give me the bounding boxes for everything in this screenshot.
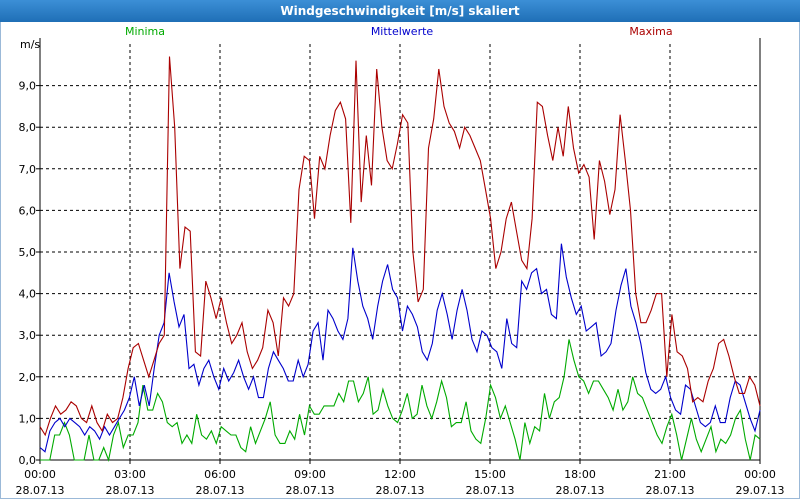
x-tick-label-time: 03:00	[114, 468, 146, 481]
y-tick-label: 7,0	[19, 163, 37, 176]
x-tick-label-date: 28.07.13	[196, 484, 245, 497]
x-tick-label-time: 00:00	[744, 468, 776, 481]
x-tick-label-date: 28.07.13	[466, 484, 515, 497]
legend-mittelwerte: Mittelwerte	[371, 25, 434, 38]
chart-svg: 0,0 1,0 2,0 3,0 4,0 5,0 6,0 7,0 8,0 9,0 00:00 28.07…	[16, 25, 785, 497]
x-tick-label-time: 06:00	[204, 468, 236, 481]
y-tick-label: 0,0	[19, 454, 37, 467]
x-tick-label-date: 28.07.13	[106, 484, 155, 497]
y-tick-label: 4,0	[19, 288, 37, 301]
y-tick-label: 5,0	[19, 246, 37, 259]
y-tick-label: 1,0	[19, 412, 37, 425]
y-tick-label: 6,0	[19, 204, 37, 217]
y-axis-label: m/s	[20, 38, 40, 51]
legend-minima: Minima	[125, 25, 165, 38]
x-tick-label-time: 18:00	[564, 468, 596, 481]
x-tick-label-time: 21:00	[654, 468, 686, 481]
y-tick-label: 9,0	[19, 80, 37, 93]
x-tick-label-date: 28.07.13	[286, 484, 335, 497]
y-tick-label: 8,0	[19, 121, 37, 134]
x-tick-label-time: 15:00	[474, 468, 506, 481]
x-tick-label-date: 29.07.13	[736, 484, 785, 497]
x-tick-label-date: 28.07.13	[376, 484, 425, 497]
x-tick-label-time: 09:00	[294, 468, 326, 481]
x-tick-label-date: 28.07.13	[16, 484, 65, 497]
y-tick-label: 2,0	[19, 371, 37, 384]
x-tick-label-time: 12:00	[384, 468, 416, 481]
series-line-maxima	[39, 56, 761, 437]
legend-maxima: Maxima	[629, 25, 672, 38]
y-tick-label: 3,0	[19, 329, 37, 342]
x-tick-label-date: 28.07.13	[646, 484, 695, 497]
x-tick-label-time: 00:00	[24, 468, 56, 481]
chart-window: Windgeschwindigkeit [m/s] skaliert 0,0 1,…	[0, 0, 800, 500]
x-tick-label-date: 28.07.13	[556, 484, 605, 497]
